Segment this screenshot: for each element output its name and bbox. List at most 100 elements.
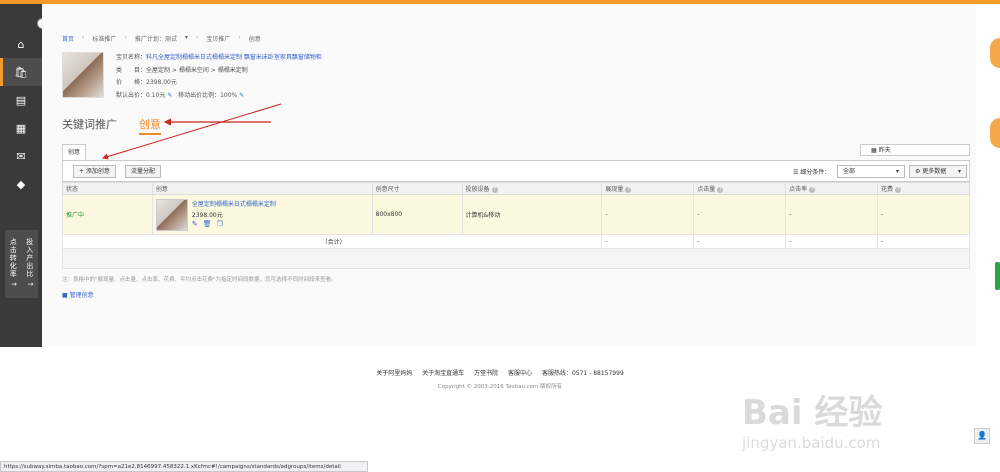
manage-creative-link[interactable]: ■ 管理创意 <box>62 290 94 299</box>
add-creative-button[interactable]: + 添加创意 <box>73 165 116 178</box>
edit-mobile-icon[interactable]: ✎ <box>239 92 244 99</box>
filter-label: ☰ 细分条件： <box>793 167 830 176</box>
header-ctr-label: 点击率 <box>789 186 808 193</box>
grid-icon[interactable]: ▦ <box>0 114 42 142</box>
table-row: 推广中 全屋定制榻榻米日式榻榻米定制 2398.00元 ✎ 🗑 ❐ 800x80… <box>62 194 970 235</box>
tab-keyword[interactable]: 关键词推广 <box>62 116 117 132</box>
header-impressions: 展现量? <box>601 182 695 195</box>
cost-cell: - <box>877 194 970 235</box>
footer-link[interactable]: 万堂书院 <box>474 370 498 377</box>
mobile-bid-label: 移动出价比例： <box>178 91 221 99</box>
breadcrumb-home[interactable]: 首页 <box>62 34 74 43</box>
total-label: （合计） <box>61 234 603 249</box>
right-widget-top[interactable] <box>990 38 1000 68</box>
manage-creative-label: 管理创意 <box>69 292 94 299</box>
diamond-icon[interactable]: ◆ <box>0 170 42 198</box>
watermark-url: jingyan.baidu.com <box>742 434 881 452</box>
tab-creative[interactable]: 创意 <box>139 116 161 135</box>
clicks-cell: - <box>693 194 787 235</box>
help-icon[interactable]: ? <box>809 187 816 193</box>
product-name-link[interactable]: 科凡全屋定制榻榻米日式榻榻米定制 飘窗米床卧室家具飘窗储物柜 <box>146 54 322 61</box>
date-range-select[interactable]: ▦ 昨天 <box>860 144 970 156</box>
status-cell[interactable]: 推广中 <box>62 194 153 235</box>
breadcrumb-campaign[interactable]: 推广计划：测试 <box>135 34 177 43</box>
category-label: 类 目： <box>116 66 147 74</box>
home-icon[interactable]: ⌂ <box>0 30 42 58</box>
main-content: 首页 › 标准推广 › 推广计划：测试 ▾ › 宝贝推广 › 创意 宝贝名称：科凡全屋定制… <box>42 4 976 347</box>
product-name-label: 宝贝名称： <box>116 54 147 61</box>
creative-price: 2398.00元 <box>191 211 223 219</box>
filter-value: 全部 <box>843 168 856 175</box>
creative-name-link[interactable]: 全屋定制榻榻米日式榻榻米定制 <box>192 199 276 208</box>
header-ctr: 点击率? <box>785 182 879 195</box>
header-cost: 花费? <box>877 182 970 195</box>
filter-label-text: 细分条件： <box>800 169 831 176</box>
traffic-allocation-button[interactable]: 流量分配 <box>125 165 162 178</box>
footer-link[interactable]: 客服中心 <box>508 370 532 377</box>
footer-link[interactable]: 关于淘宝直通车 <box>422 370 464 377</box>
header-clicks-label: 点击量 <box>697 186 716 193</box>
chevron-down-icon: ▾ <box>957 168 961 175</box>
device-cell: 计算机&移动 <box>461 194 603 235</box>
breadcrumb-current: 创意 <box>248 36 261 43</box>
ctr-cell: - <box>785 194 879 235</box>
bid-value: 0.10元 <box>146 91 166 99</box>
price-value: 2398.00元 <box>146 79 177 86</box>
help-icon[interactable]: ? <box>895 187 902 193</box>
breadcrumb: 首页 › 标准推广 › 推广计划：测试 ▾ › 宝贝推广 › 创意 <box>62 34 261 43</box>
more-data-button[interactable]: ⚙ 更多数据 ▾ <box>909 165 967 178</box>
right-widget-middle[interactable] <box>990 118 1000 148</box>
header-impressions-label: 展现量 <box>605 186 624 193</box>
filter-select[interactable]: 全部 ▾ <box>837 165 905 178</box>
total-impressions: - <box>601 234 695 249</box>
chevron-down-icon[interactable]: ▾ <box>185 34 188 43</box>
scroll-indicator[interactable] <box>995 262 1000 290</box>
header-clicks: 点击量? <box>693 182 787 195</box>
baidu-watermark: Bai 经验 jingyan.baidu.com <box>742 385 882 452</box>
product-info: 宝贝名称：科凡全屋定制榻榻米日式榻榻米定制 飘窗米床卧室家具飘窗储物柜 类 目：… <box>116 52 416 102</box>
creative-toolbar: + 添加创意 流量分配 ☰ 细分条件： 全部 ▾ ⚙ 更多数据 ▾ <box>62 160 970 182</box>
report-icon[interactable]: ▤ <box>0 86 42 114</box>
shopping-bag-icon[interactable]: 🛍 <box>0 58 42 86</box>
footer-hotline: 客服热线：0571 - 88157999 <box>541 370 624 377</box>
total-ctr: - <box>785 234 879 249</box>
date-range-label: 昨天 <box>878 147 891 154</box>
video-icon: ■ <box>62 292 70 299</box>
help-icon[interactable]: ? <box>717 187 724 193</box>
edit-bid-icon[interactable]: ✎ <box>167 92 172 99</box>
header-status: 状态 <box>62 182 153 195</box>
sidebar: › ⌂ 🛍 ▤ ▦ ✉ ◆ 点击转化率 ↑ 投入产出比 ↑ <box>0 4 48 347</box>
help-icon[interactable]: ? <box>625 187 632 193</box>
header-cost-label: 花费 <box>881 186 894 193</box>
breadcrumb-item[interactable]: 宝贝推广 <box>206 34 230 43</box>
breadcrumb-standard[interactable]: 标准推广 <box>92 34 116 43</box>
subtab-creative[interactable]: 创意 <box>62 144 86 161</box>
metrics-panel[interactable]: 点击转化率 ↑ 投入产出比 ↑ <box>5 230 38 298</box>
browser-status-bar: https://subway.simba.taobao.com/?spm=a21… <box>0 461 368 472</box>
delete-icon[interactable]: 🗑 <box>203 220 212 228</box>
briefcase-icon[interactable]: ✉ <box>0 142 42 170</box>
watermark-brand: Bai 经验 <box>742 393 883 433</box>
feedback-icon[interactable]: 👤 <box>974 428 990 444</box>
creative-thumbnail[interactable] <box>155 198 188 231</box>
more-data-label: 更多数据 <box>922 168 947 175</box>
help-icon[interactable]: ? <box>491 187 498 193</box>
roi-metric: 投入产出比 ↑ <box>25 238 34 289</box>
footer-link[interactable]: 关于阿里妈妈 <box>376 370 412 377</box>
bid-label: 默认出价： <box>116 91 147 99</box>
product-thumbnail[interactable] <box>62 52 104 98</box>
category-value: 全屋定制 > 榻榻米空间 > 榻榻米定制 <box>146 66 248 74</box>
total-clicks: - <box>693 234 787 249</box>
price-label: 价 格： <box>116 79 147 86</box>
table-header-row: 状态 创意 创意尺寸 投放设备? 展现量? 点击量? 点击率? 花费? <box>62 182 970 195</box>
creative-cell: 全屋定制榻榻米日式榻榻米定制 2398.00元 ✎ 🗑 ❐ <box>151 194 373 235</box>
size-cell: 800x800 <box>371 194 463 235</box>
footer-links: 关于阿里妈妈 关于淘宝直通车 万堂书院 客服中心 客服热线：0571 - 881… <box>0 368 1000 377</box>
main-tabs: 关键词推广 创意 <box>62 116 161 135</box>
edit-icon[interactable]: ✎ <box>192 220 198 228</box>
header-size: 创意尺寸 <box>371 182 463 195</box>
table-note: 注：表格中的"展现量、点击量、点击率、花费、平均点击花费"为指定时间段数据，您可… <box>62 277 337 283</box>
calendar-icon: ▦ <box>871 147 879 154</box>
header-creative: 创意 <box>151 182 373 195</box>
copy-icon[interactable]: ❐ <box>217 220 223 228</box>
